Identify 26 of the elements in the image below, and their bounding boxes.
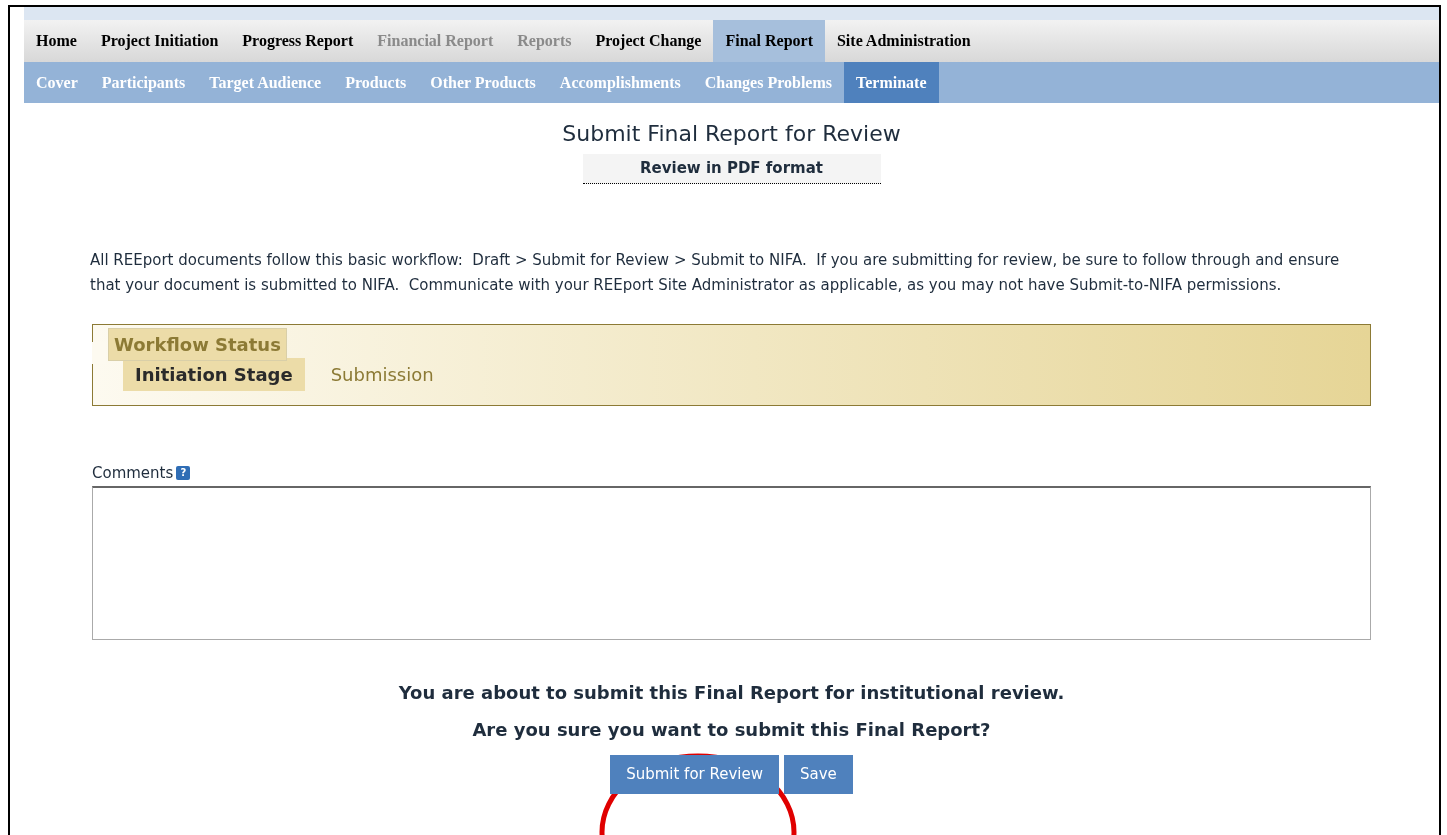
nav-tab[interactable]: Site Administration <box>824 20 983 62</box>
page-title: Submit Final Report for Review <box>562 120 901 148</box>
subnav-tab[interactable]: Target Audience <box>197 62 334 103</box>
workflow-legend: Workflow Status <box>108 327 287 361</box>
comments-field[interactable] <box>92 486 1371 640</box>
submit-button[interactable]: Submit for Review <box>610 755 780 794</box>
workflow-stage: Submission <box>329 363 435 387</box>
nav-tab[interactable]: Final Report <box>713 20 825 62</box>
subnav-tab[interactable]: Participants <box>89 62 198 103</box>
subnav-tab[interactable]: Terminate <box>844 62 939 103</box>
subnav-tab[interactable]: Other Products <box>418 62 548 103</box>
confirm-message: Are you sure you want to submit this Final Report? <box>472 718 991 742</box>
nav-tab[interactable]: Project Change <box>583 20 714 62</box>
comments-label: Comments <box>92 462 174 484</box>
save-button[interactable]: Save <box>784 755 853 794</box>
help-icon[interactable]: ? <box>176 465 191 480</box>
subnav-tab[interactable]: Cover <box>24 62 90 103</box>
nav-tab[interactable]: Project Initiation <box>88 20 231 62</box>
nav-tab[interactable]: Home <box>24 20 89 62</box>
subnav-tab[interactable]: Changes Problems <box>692 62 844 103</box>
confirm-message: You are about to submit this Final Report for institutional review. <box>398 681 1065 705</box>
subnav-tab[interactable]: Products <box>333 62 419 103</box>
intro-paragraph: All REEport documents follow this basic workflow: Draft > Submit for Review > Submit to NIFA. If you are submitting for review, be sure to follow through and ensure that your document is submitted to NIFA. Communicate with your REEport Site Administrator as applicable, as you may not have Submit-to-NIFA permissions. <box>90 249 1341 296</box>
subnav-tab[interactable]: Accomplishments <box>547 62 693 103</box>
pdf-link[interactable]: Review in PDF format <box>582 154 881 184</box>
nav-tab[interactable]: Progress Report <box>230 20 366 62</box>
